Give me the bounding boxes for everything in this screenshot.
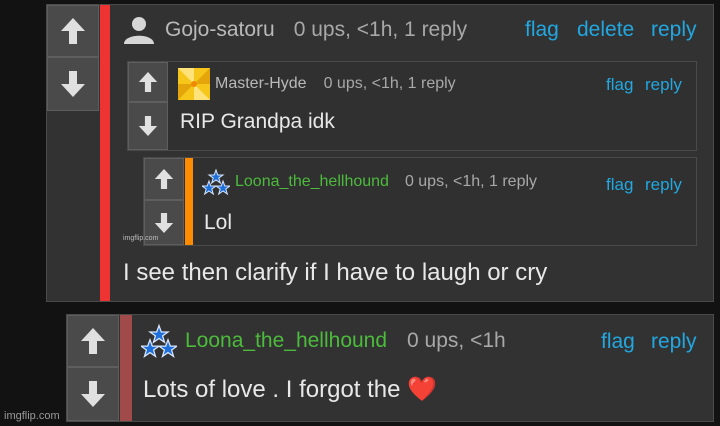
arrow-up-icon xyxy=(154,169,174,189)
comment-header: Loona_the_hellhound 0 ups, <1h xyxy=(141,323,506,359)
watermark: imgflip.com xyxy=(123,235,159,242)
comment-header: Loona_the_hellhound 0 ups, <1h, 1 reply xyxy=(202,168,537,196)
watermark: imgflip.com xyxy=(4,410,60,422)
arrow-up-icon xyxy=(138,72,158,92)
comment-meta: 0 ups, <1h xyxy=(407,329,506,352)
username[interactable]: Loona_the_hellhound xyxy=(185,329,387,353)
upvote-button[interactable] xyxy=(47,5,99,57)
upvote-button[interactable] xyxy=(67,315,119,367)
comment-header: Master-Hyde 0 ups, <1h, 1 reply xyxy=(178,68,456,100)
flag-link[interactable]: flag xyxy=(601,330,635,354)
downvote-button[interactable] xyxy=(47,57,99,111)
blue-stars-avatar xyxy=(202,168,230,196)
downvote-button[interactable] xyxy=(128,102,168,150)
comment-meta: 0 ups, <1h, 1 reply xyxy=(323,75,456,92)
blue-stars-avatar xyxy=(141,323,177,359)
comment-stripe xyxy=(100,5,110,301)
reply-master-hyde: Master-Hyde 0 ups, <1h, 1 reply flag rep… xyxy=(127,61,697,151)
reply-link[interactable]: reply xyxy=(645,75,682,95)
username[interactable]: Loona_the_hellhound xyxy=(235,173,389,191)
comment-loona: Loona_the_hellhound 0 ups, <1h flag repl… xyxy=(66,314,714,422)
arrow-down-icon xyxy=(61,71,85,97)
comment-stripe xyxy=(120,315,132,421)
reply-link[interactable]: reply xyxy=(651,330,697,354)
reply-link[interactable]: reply xyxy=(651,18,697,42)
comment-text: RIP Grandpa idk xyxy=(180,110,335,133)
default-user-icon xyxy=(124,17,154,44)
arrow-up-icon xyxy=(61,18,85,44)
arrow-up-icon xyxy=(81,328,105,354)
flag-link[interactable]: flag xyxy=(606,75,633,95)
delete-link[interactable]: delete xyxy=(577,18,634,42)
comment-meta: 0 ups, <1h, 1 reply xyxy=(404,173,538,190)
arrow-down-icon xyxy=(81,381,105,407)
comment-text: I see then clarify if I have to laugh or… xyxy=(123,259,548,286)
comment-text: Lots of love . I forgot the ❤️ xyxy=(143,376,438,403)
username[interactable]: Gojo-satoru xyxy=(165,18,275,42)
upvote-button[interactable] xyxy=(128,62,168,102)
downvote-button[interactable] xyxy=(67,367,119,421)
arrow-down-icon xyxy=(154,212,174,233)
comment-text: Lol xyxy=(204,211,233,234)
arrow-down-icon xyxy=(138,116,158,136)
comment-stripe xyxy=(185,158,193,245)
username[interactable]: Master-Hyde xyxy=(215,75,307,93)
upvote-button[interactable] xyxy=(144,158,184,200)
reply-link[interactable]: reply xyxy=(645,175,682,195)
comment-meta: 0 ups, <1h, 1 reply xyxy=(293,18,468,41)
comment-header: Gojo-satoru 0 ups, <1h, 1 reply xyxy=(121,15,467,45)
flag-link[interactable]: flag xyxy=(525,18,559,42)
comment-gojo: Gojo-satoru 0 ups, <1h, 1 reply flag del… xyxy=(46,4,714,302)
reply-loona: Loona_the_hellhound 0 ups, <1h, 1 reply … xyxy=(143,157,697,246)
flag-link[interactable]: flag xyxy=(606,175,633,195)
yellow-pinwheel-avatar xyxy=(178,68,210,100)
